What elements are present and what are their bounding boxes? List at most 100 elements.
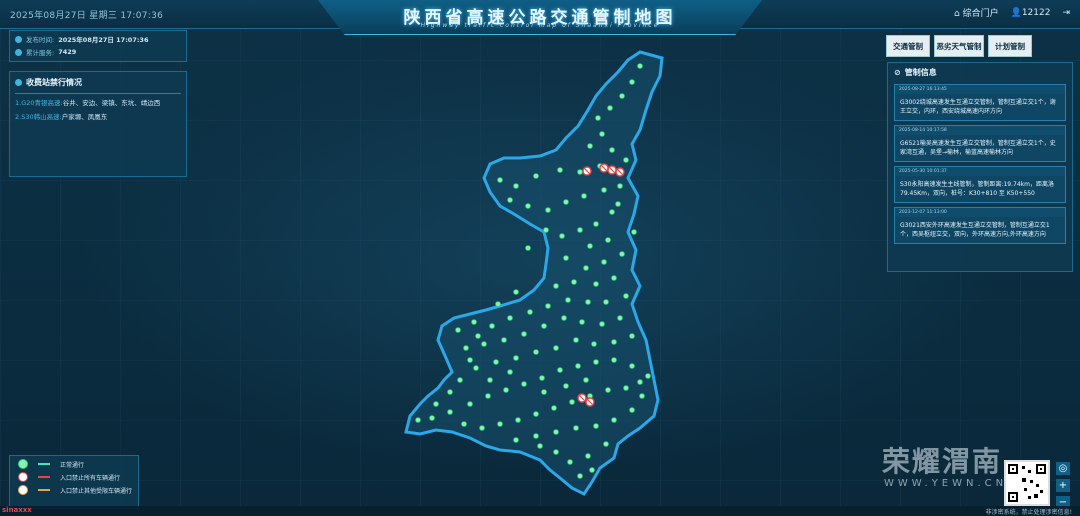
station-node[interactable]: [617, 315, 623, 321]
station-node[interactable]: [433, 401, 439, 407]
station-node[interactable]: [645, 373, 651, 379]
station-node[interactable]: [629, 333, 635, 339]
station-node[interactable]: [507, 197, 513, 203]
station-node[interactable]: [575, 363, 581, 369]
station-node[interactable]: [487, 377, 493, 383]
station-node[interactable]: [563, 255, 569, 261]
station-node[interactable]: [507, 315, 513, 321]
station-node[interactable]: [607, 105, 613, 111]
station-node[interactable]: [569, 399, 575, 405]
tab-planned-control[interactable]: 计划管制: [988, 35, 1032, 57]
tab-weather-control[interactable]: 恶劣天气管制: [934, 35, 984, 57]
station-node[interactable]: [471, 319, 477, 325]
station-node[interactable]: [479, 425, 485, 431]
station-node[interactable]: [551, 405, 557, 411]
station-node[interactable]: [563, 383, 569, 389]
tab-traffic-control[interactable]: 交通管制: [886, 35, 930, 57]
station-node[interactable]: [599, 321, 605, 327]
locate-icon[interactable]: ◎: [1056, 462, 1070, 475]
station-node[interactable]: [545, 207, 551, 213]
station-node[interactable]: [415, 417, 421, 423]
station-node[interactable]: [611, 417, 617, 423]
station-node[interactable]: [603, 299, 609, 305]
station-node[interactable]: [563, 199, 569, 205]
station-node[interactable]: [573, 337, 579, 343]
station-node[interactable]: [455, 327, 461, 333]
logout-icon[interactable]: ⇥: [1062, 8, 1070, 18]
station-node[interactable]: [559, 233, 565, 239]
station-node[interactable]: [553, 429, 559, 435]
station-node[interactable]: [579, 319, 585, 325]
station-node[interactable]: [461, 421, 467, 427]
station-node[interactable]: [429, 415, 435, 421]
station-node[interactable]: [553, 283, 559, 289]
station-node[interactable]: [533, 173, 539, 179]
station-node[interactable]: [571, 279, 577, 285]
station-node[interactable]: [565, 297, 571, 303]
station-node[interactable]: [611, 357, 617, 363]
station-node[interactable]: [577, 169, 583, 175]
station-node[interactable]: [639, 393, 645, 399]
station-node[interactable]: [541, 323, 547, 329]
station-node[interactable]: [481, 341, 487, 347]
station-node[interactable]: [513, 183, 519, 189]
station-node[interactable]: [631, 229, 637, 235]
station-node[interactable]: [541, 389, 547, 395]
control-card[interactable]: 2023-12-07 11:13:00 G3021西安外环高速发生互通立交管制，…: [894, 207, 1066, 244]
station-node[interactable]: [581, 193, 587, 199]
station-node[interactable]: [567, 459, 573, 465]
station-node[interactable]: [611, 339, 617, 345]
station-node[interactable]: [495, 301, 501, 307]
station-node[interactable]: [457, 377, 463, 383]
station-node[interactable]: [545, 303, 551, 309]
station-node[interactable]: [485, 393, 491, 399]
station-node[interactable]: [463, 345, 469, 351]
control-card[interactable]: 2025-05-30 10:01:37 S30永阳高速发生主线管制，管制距离:1…: [894, 166, 1066, 203]
user-link[interactable]: 👤12122: [1011, 8, 1051, 18]
station-node[interactable]: [599, 131, 605, 137]
station-node[interactable]: [601, 187, 607, 193]
station-node[interactable]: [553, 345, 559, 351]
station-node[interactable]: [513, 437, 519, 443]
station-node[interactable]: [497, 177, 503, 183]
station-node[interactable]: [591, 341, 597, 347]
station-node[interactable]: [573, 425, 579, 431]
zoom-in-button[interactable]: +: [1056, 479, 1070, 492]
station-node[interactable]: [533, 349, 539, 355]
station-node[interactable]: [605, 387, 611, 393]
station-node[interactable]: [539, 375, 545, 381]
station-node[interactable]: [515, 417, 521, 423]
station-node[interactable]: [623, 385, 629, 391]
station-node[interactable]: [615, 201, 621, 207]
station-node[interactable]: [467, 357, 473, 363]
station-node[interactable]: [577, 473, 583, 479]
station-node[interactable]: [521, 381, 527, 387]
station-node[interactable]: [493, 359, 499, 365]
station-node[interactable]: [617, 183, 623, 189]
station-node[interactable]: [629, 363, 635, 369]
station-node[interactable]: [589, 467, 595, 473]
station-node[interactable]: [533, 433, 539, 439]
control-card[interactable]: 2025-08-27 16:13:45 G3002绕城高速发生互通立交管制，管制…: [894, 84, 1066, 121]
station-node[interactable]: [619, 251, 625, 257]
control-card[interactable]: 2025-08-14 10:17:58 G6521榆吴高速发生互通立交管制，管制…: [894, 125, 1066, 162]
station-node[interactable]: [525, 245, 531, 251]
station-node[interactable]: [525, 203, 531, 209]
station-node[interactable]: [603, 441, 609, 447]
station-node[interactable]: [601, 259, 607, 265]
station-node[interactable]: [489, 323, 495, 329]
station-node[interactable]: [497, 421, 503, 427]
station-node[interactable]: [583, 377, 589, 383]
station-node[interactable]: [533, 411, 539, 417]
station-node[interactable]: [629, 79, 635, 85]
station-node[interactable]: [593, 423, 599, 429]
station-node[interactable]: [623, 157, 629, 163]
station-node[interactable]: [537, 443, 543, 449]
station-node[interactable]: [623, 293, 629, 299]
station-node[interactable]: [447, 409, 453, 415]
station-node[interactable]: [637, 63, 643, 69]
station-node[interactable]: [593, 281, 599, 287]
station-node[interactable]: [577, 227, 583, 233]
station-node[interactable]: [475, 333, 481, 339]
station-node[interactable]: [557, 367, 563, 373]
